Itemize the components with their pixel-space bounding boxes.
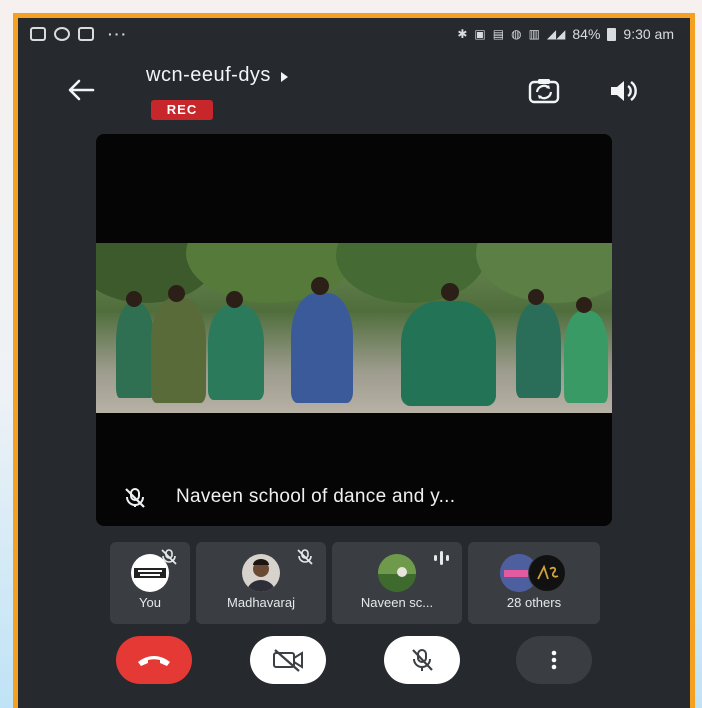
bluetooth-icon: ✱ xyxy=(457,27,468,41)
more-options-button[interactable] xyxy=(516,636,592,684)
app-window: ··· ✱ ▣ ▤ ◍ ▥ ◢◢ 84% 9:30 am wcn-eeuf-dy… xyxy=(13,13,695,708)
recording-badge: REC xyxy=(151,100,213,120)
participant-name: Naveen sc... xyxy=(360,595,434,610)
avatar xyxy=(528,554,566,592)
back-button[interactable] xyxy=(66,78,96,102)
end-call-button[interactable] xyxy=(116,636,192,684)
camera-toggle-button[interactable] xyxy=(250,636,326,684)
gallery-notification-icon xyxy=(30,27,46,41)
signal-icon: ◢◢ xyxy=(546,27,566,41)
avatar xyxy=(378,554,416,592)
video-stream xyxy=(96,243,612,413)
call-controls xyxy=(18,636,690,696)
system-status: ✱ ▣ ▤ ◍ ▥ ◢◢ 84% 9:30 am xyxy=(457,26,674,42)
mic-off-icon xyxy=(160,548,178,566)
speaker-button[interactable] xyxy=(608,78,638,104)
arrow-left-icon xyxy=(68,79,95,101)
mic-off-icon xyxy=(122,486,148,510)
more-vertical-icon xyxy=(551,650,557,670)
wifi-icon: ◍ xyxy=(511,27,522,41)
more-notifications-icon: ··· xyxy=(108,26,128,42)
participant-name: 28 others xyxy=(506,595,562,610)
meeting-title-button[interactable]: wcn-eeuf-dys xyxy=(146,64,288,87)
participant-name: Madhavaraj xyxy=(227,595,295,610)
mic-off-icon xyxy=(296,548,314,566)
switch-camera-icon xyxy=(528,79,560,104)
participant-tile-you[interactable]: You xyxy=(110,542,190,624)
participant-tile-others[interactable]: 28 others xyxy=(468,542,600,624)
avatar xyxy=(242,554,280,592)
participant-tile-madhavaraj[interactable]: Madhavaraj xyxy=(196,542,326,624)
image-notification-icon xyxy=(78,27,94,41)
switch-camera-button[interactable] xyxy=(526,76,562,106)
participant-strip: You Madhavaraj Naveen sc... 28 others xyxy=(110,542,600,624)
camera-off-icon xyxy=(273,649,303,672)
participant-name: You xyxy=(139,595,161,610)
active-speaker-name: Naveen school of dance and y... xyxy=(176,486,456,507)
main-video-panel[interactable]: Naveen school of dance and y... xyxy=(96,134,612,526)
battery-icon xyxy=(607,27,617,41)
notification-icons: ··· xyxy=(30,26,128,42)
clock: 9:30 am xyxy=(623,26,674,42)
audio-level-icon xyxy=(432,550,450,566)
participant-tile-naveen[interactable]: Naveen sc... xyxy=(332,542,462,624)
speaker-icon xyxy=(611,81,637,101)
microphone-toggle-button[interactable] xyxy=(384,636,460,684)
caret-right-icon xyxy=(280,71,288,82)
phone-hangup-icon xyxy=(138,656,170,666)
status-bar: ··· ✱ ▣ ▤ ◍ ▥ ◢◢ 84% 9:30 am xyxy=(18,18,690,52)
battery-percentage: 84% xyxy=(572,26,601,42)
cast-icon: ▣ xyxy=(474,27,486,41)
network-icon: ▥ xyxy=(528,27,540,41)
meeting-title: wcn-eeuf-dys xyxy=(146,64,271,86)
mic-off-icon xyxy=(412,649,433,671)
whatsapp-notification-icon xyxy=(54,27,70,41)
volte-icon: ▤ xyxy=(492,27,505,41)
